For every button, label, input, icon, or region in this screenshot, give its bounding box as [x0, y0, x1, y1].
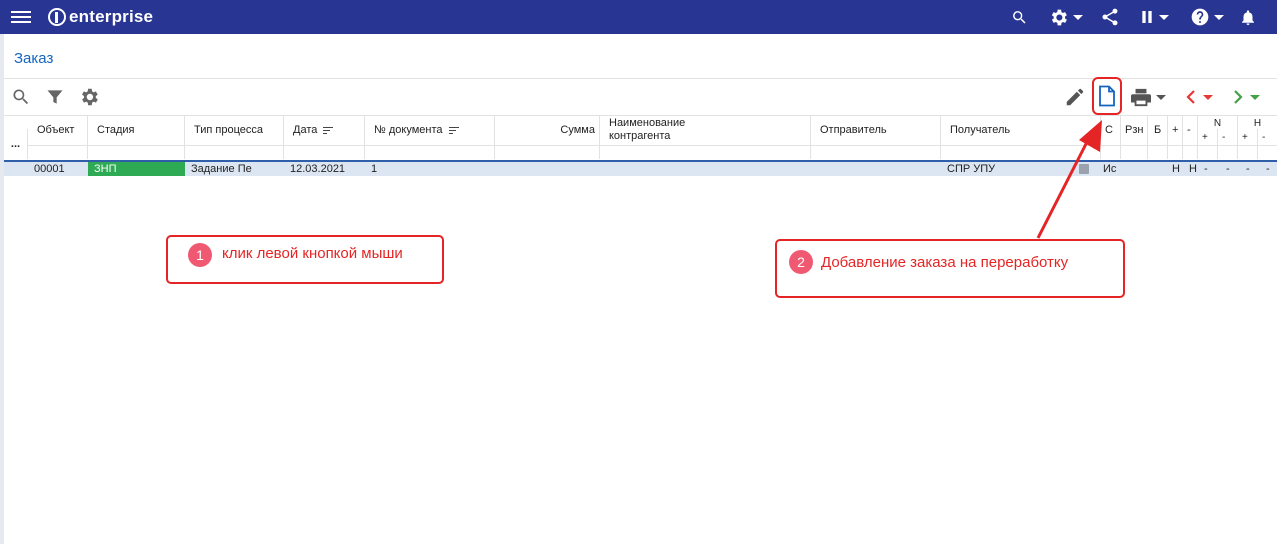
column-header-stage[interactable]: Стадия: [88, 115, 185, 145]
chevron-down-icon: [1214, 14, 1224, 20]
chevron-down-icon: [1156, 94, 1166, 100]
app-logo[interactable]: enterprise: [48, 6, 153, 28]
sort-icon: [323, 125, 334, 136]
callout-1: 1 клик левой кнопкой мыши: [166, 235, 444, 284]
filter-cell[interactable]: [1258, 145, 1277, 159]
settings-menu-button[interactable]: [1048, 0, 1083, 34]
column-header-doc-number[interactable]: № документа: [365, 115, 495, 145]
cell-process-type: Задание Пе: [191, 163, 252, 175]
cell-n-plus: -: [1204, 163, 1208, 175]
column-header-h-plus[interactable]: +: [1238, 129, 1258, 145]
column-header-plus[interactable]: +: [1168, 115, 1183, 145]
column-header-date[interactable]: Дата: [284, 115, 365, 145]
column-header-n[interactable]: N: [1198, 115, 1238, 129]
cell-stage: ЗНП: [88, 162, 185, 176]
cell-object: 00001: [34, 163, 65, 175]
filter-cell[interactable]: [1183, 145, 1198, 159]
filter-cell[interactable]: [1218, 145, 1238, 159]
column-header-sum[interactable]: Сумма: [495, 115, 600, 145]
bell-icon[interactable]: [1239, 0, 1257, 34]
filter-cell[interactable]: [1238, 145, 1258, 159]
column-header-object[interactable]: Объект: [28, 115, 88, 145]
callout-number: 2: [789, 250, 813, 274]
left-rail: [0, 34, 4, 544]
cell-doc-number: 1: [371, 163, 378, 175]
chevron-down-icon: [1073, 14, 1083, 20]
search-icon[interactable]: [11, 87, 31, 107]
sort-icon: [448, 125, 459, 136]
filter-cell[interactable]: [811, 145, 941, 159]
new-document-icon[interactable]: [1097, 85, 1117, 107]
callout-text: Добавление заказа на переработку: [821, 254, 1069, 271]
column-header-process-type[interactable]: Тип процесса: [185, 115, 284, 145]
filter-icon[interactable]: [45, 87, 65, 107]
gear-icon[interactable]: [78, 86, 100, 108]
callout-number: 1: [188, 243, 212, 267]
column-header-minus[interactable]: -: [1183, 115, 1198, 145]
pause-icon: [1142, 11, 1152, 23]
divider: [4, 78, 1277, 79]
chevron-right-icon: [1234, 90, 1243, 104]
prev-record-button[interactable]: [1185, 89, 1213, 105]
chevron-down-icon: [1203, 94, 1213, 100]
pause-menu-button[interactable]: [1139, 0, 1169, 34]
filter-cell[interactable]: [495, 145, 600, 159]
printer-icon: [1131, 88, 1151, 107]
filter-cell[interactable]: [1198, 145, 1218, 159]
column-label: № документа: [374, 124, 443, 136]
column-label: Дата: [293, 124, 318, 136]
gear-icon: [1051, 9, 1067, 25]
chevron-down-icon: [1159, 14, 1169, 20]
brand-name: enterprise: [69, 7, 154, 26]
cell-plus: Н: [1172, 163, 1180, 175]
column-header-n-plus[interactable]: +: [1198, 129, 1218, 145]
filter-cell[interactable]: [284, 145, 365, 159]
row-menu-button[interactable]: ...: [4, 129, 28, 159]
filter-cell[interactable]: [600, 145, 811, 159]
cell-minus: Н: [1189, 163, 1197, 175]
chevron-left-icon: [1186, 90, 1195, 104]
column-header-rzn[interactable]: Рзн: [1121, 115, 1148, 145]
print-button[interactable]: [1130, 87, 1166, 107]
annotation-arrow: [1036, 120, 1102, 239]
column-header-sender[interactable]: Отправитель: [811, 115, 941, 145]
search-icon[interactable]: [1011, 0, 1028, 34]
logo-icon: [48, 8, 66, 26]
callout-2: 2 Добавление заказа на переработку: [775, 239, 1125, 298]
filter-cell[interactable]: [185, 145, 284, 159]
help-menu-button[interactable]: [1190, 0, 1224, 34]
filter-cell[interactable]: [365, 145, 495, 159]
filter-cell[interactable]: [1121, 145, 1148, 159]
filter-cell[interactable]: [1168, 145, 1183, 159]
help-icon: [1191, 8, 1209, 26]
column-header-h-minus[interactable]: -: [1258, 129, 1277, 145]
cell-h-minus: -: [1266, 163, 1270, 175]
edit-pencil-icon[interactable]: [1064, 86, 1086, 108]
page-title: Заказ: [14, 50, 54, 67]
cell-date: 12.03.2021: [290, 163, 346, 175]
column-header-b[interactable]: Б: [1148, 115, 1168, 145]
column-header-h[interactable]: H: [1238, 115, 1277, 129]
cell-n-minus: -: [1226, 163, 1230, 175]
filter-cell[interactable]: [1148, 145, 1168, 159]
top-bar: enterprise: [0, 0, 1277, 34]
column-header-counterparty[interactable]: Наименование контрагента: [600, 115, 811, 145]
cell-h-plus: -: [1246, 163, 1250, 175]
column-header-n-minus[interactable]: -: [1218, 129, 1238, 145]
hamburger-menu-icon[interactable]: [11, 9, 31, 25]
chevron-down-icon: [1250, 94, 1260, 100]
next-record-button[interactable]: [1232, 89, 1260, 105]
callout-text: клик левой кнопкой мыши: [222, 245, 403, 262]
share-icon[interactable]: [1100, 0, 1120, 34]
filter-cell[interactable]: [28, 145, 88, 159]
filter-cell[interactable]: [88, 145, 185, 159]
